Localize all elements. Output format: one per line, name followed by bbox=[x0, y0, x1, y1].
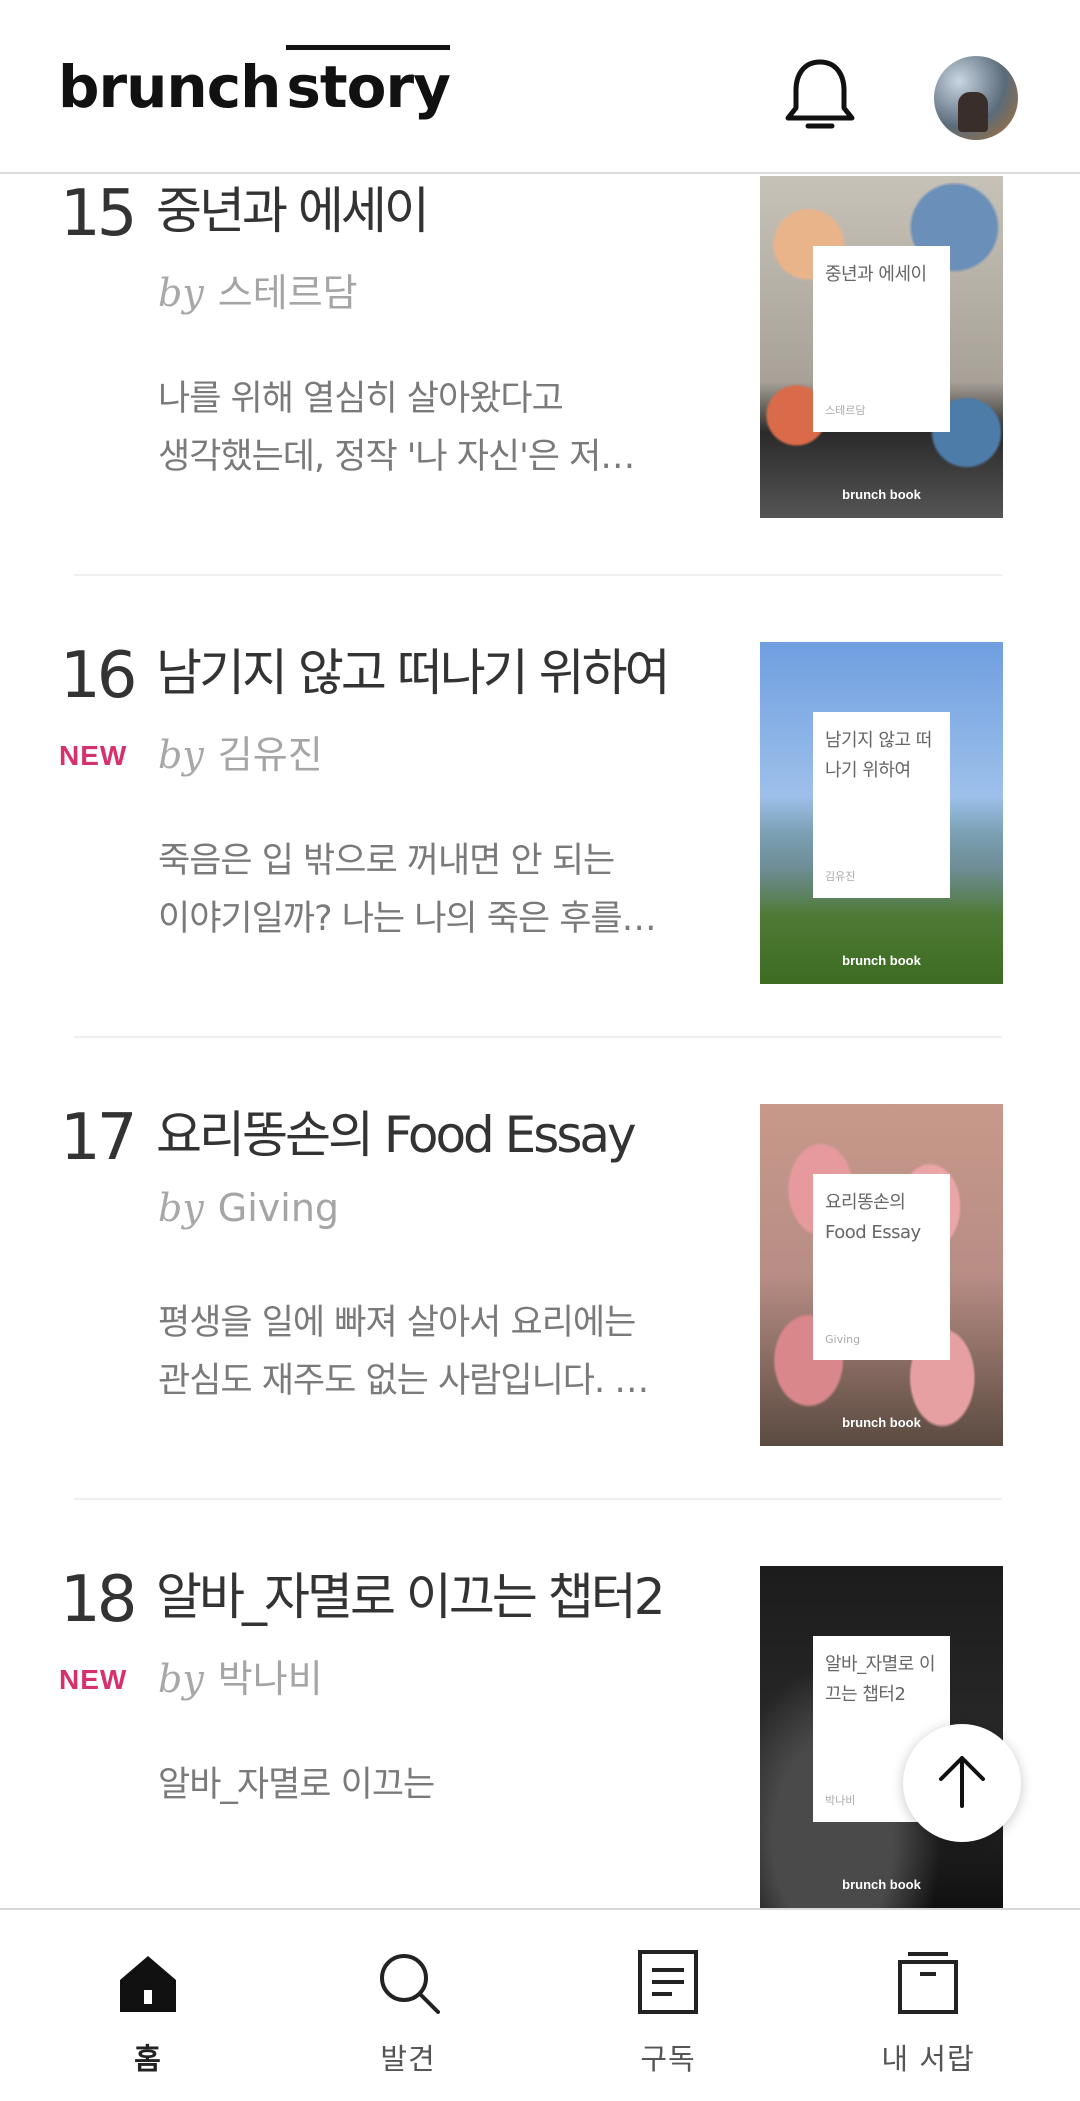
by-label: by bbox=[158, 1186, 204, 1230]
brunch-story-logo[interactable]: brunch story bbox=[58, 58, 451, 116]
description-line: 평생을 일에 빠져 살아서 요리에는 bbox=[158, 1303, 636, 1343]
book-cover[interactable]: 요리똥손의 Food Essay Giving brunch book bbox=[760, 1104, 1003, 1446]
tab-my-drawer[interactable]: 내 서랍 bbox=[798, 1910, 1058, 2101]
description-line: 생각했는데, 정작 '나 자신'은 저… bbox=[158, 437, 635, 477]
tab-subscriptions[interactable]: 구독 bbox=[538, 1910, 798, 2101]
tab-discover[interactable]: 발견 bbox=[278, 1910, 538, 2101]
description-line: 죽음은 입 밖으로 꺼내면 안 되는 bbox=[158, 841, 615, 881]
author-name: 박나비 bbox=[217, 1657, 323, 1701]
scroll-to-top-button[interactable] bbox=[903, 1724, 1021, 1842]
drawer-icon bbox=[898, 1952, 958, 2014]
author-name: Giving bbox=[217, 1186, 340, 1230]
rank-number: 18 bbox=[60, 1563, 137, 1637]
book-description[interactable]: 죽음은 입 밖으로 꺼내면 안 되는 이야기일까? 나는 나의 죽은 후를… bbox=[158, 832, 694, 948]
by-label: by bbox=[158, 733, 204, 777]
book-title[interactable]: 요리똥손의 Food Essay bbox=[156, 1108, 716, 1163]
top-header: brunch story bbox=[0, 0, 1080, 174]
divider bbox=[74, 1036, 1002, 1038]
tab-label: 발견 bbox=[380, 2042, 436, 2076]
book-author[interactable]: by 박나비 bbox=[158, 1648, 323, 1703]
cover-brand: brunch book bbox=[842, 1415, 921, 1430]
cover-author: 스테르담 bbox=[825, 404, 866, 417]
tab-label: 구독 bbox=[640, 2042, 696, 2076]
divider bbox=[74, 1498, 1002, 1500]
description-line: 알바_자멸로 이끄는 bbox=[158, 1765, 435, 1805]
brunchbook-ranking-list: 15 중년과 에세이 by 스테르담 나를 위해 열심히 살아왔다고 생각했는데,… bbox=[0, 176, 1080, 1910]
document-icon bbox=[638, 1950, 698, 2014]
cover-brand: brunch book bbox=[842, 487, 921, 502]
search-icon bbox=[380, 1954, 440, 2014]
new-badge: NEW bbox=[59, 740, 128, 771]
book-author[interactable]: by 스테르담 bbox=[158, 262, 358, 317]
list-item[interactable]: 16 NEW 남기지 않고 떠나기 위하여 by 김유진 죽음은 입 밖으로 꺼내… bbox=[0, 639, 1080, 1106]
tab-home[interactable]: 홈 bbox=[18, 1910, 278, 2101]
rank-number: 17 bbox=[60, 1101, 137, 1175]
list-item[interactable]: 17 요리똥손의 Food Essay by Giving 평생을 일에 빠져 살… bbox=[0, 1101, 1080, 1568]
bell-icon[interactable] bbox=[778, 56, 862, 136]
cover-author: Giving bbox=[825, 1333, 861, 1346]
cover-label: 요리똥손의 Food Essay Giving bbox=[813, 1174, 950, 1360]
book-description[interactable]: 나를 위해 열심히 살아왔다고 생각했는데, 정작 '나 자신'은 저… bbox=[158, 370, 694, 486]
logo-word-brunch: brunch bbox=[58, 53, 281, 121]
cover-brand: brunch book bbox=[842, 953, 921, 968]
list-item[interactable]: 15 중년과 에세이 by 스테르담 나를 위해 열심히 살아왔다고 생각했는데,… bbox=[0, 176, 1080, 644]
tab-label: 내 서랍 bbox=[881, 2042, 975, 2076]
arrow-up-icon bbox=[939, 1756, 985, 1808]
avatar[interactable] bbox=[934, 56, 1018, 140]
description-line: 나를 위해 열심히 살아왔다고 bbox=[158, 379, 564, 419]
rank-number: 15 bbox=[60, 177, 137, 251]
book-title[interactable]: 남기지 않고 떠나기 위하여 bbox=[156, 646, 716, 701]
logo-word-story: story bbox=[286, 53, 451, 121]
author-name: 김유진 bbox=[217, 733, 323, 777]
book-author[interactable]: by 김유진 bbox=[158, 724, 323, 779]
cover-title: 중년과 에세이 bbox=[825, 264, 927, 285]
by-label: by bbox=[158, 1657, 204, 1701]
by-label: by bbox=[158, 271, 204, 315]
description-line: 이야기일까? 나는 나의 죽은 후를… bbox=[158, 899, 657, 939]
new-badge: NEW bbox=[59, 1664, 128, 1695]
book-title[interactable]: 중년과 에세이 bbox=[156, 184, 716, 239]
book-cover[interactable]: 중년과 에세이 스테르담 brunch book bbox=[760, 176, 1003, 518]
cover-author: 김유진 bbox=[825, 870, 856, 883]
cover-brand: brunch book bbox=[842, 1877, 921, 1892]
tab-label: 홈 bbox=[134, 2042, 162, 2076]
book-cover[interactable]: 남기지 않고 떠나기 위하여 김유진 brunch book bbox=[760, 642, 1003, 984]
cover-label: 중년과 에세이 스테르담 bbox=[813, 246, 950, 432]
divider bbox=[74, 574, 1002, 576]
book-author[interactable]: by Giving bbox=[158, 1186, 339, 1230]
cover-label: 남기지 않고 떠나기 위하여 김유진 bbox=[813, 712, 950, 898]
cover-title: 남기지 않고 떠나기 위하여 bbox=[825, 730, 932, 781]
book-title[interactable]: 알바_자멸로 이끄는 챕터2 bbox=[156, 1570, 716, 1625]
cover-author: 박나비 bbox=[825, 1794, 856, 1807]
book-description[interactable]: 알바_자멸로 이끄는 bbox=[158, 1756, 694, 1814]
home-icon bbox=[120, 1956, 176, 2012]
rank-number: 16 bbox=[60, 639, 137, 713]
description-line: 관심도 재주도 없는 사람입니다. … bbox=[158, 1361, 649, 1401]
cover-title: 요리똥손의 Food Essay bbox=[825, 1192, 921, 1243]
bottom-tab-bar: 홈 발견 구독 내 서랍 bbox=[0, 1908, 1080, 2101]
book-description[interactable]: 평생을 일에 빠져 살아서 요리에는 관심도 재주도 없는 사람입니다. … bbox=[158, 1294, 694, 1410]
cover-title: 알바_자멸로 이끄는 챕터2 bbox=[825, 1654, 936, 1705]
author-name: 스테르담 bbox=[217, 271, 358, 315]
